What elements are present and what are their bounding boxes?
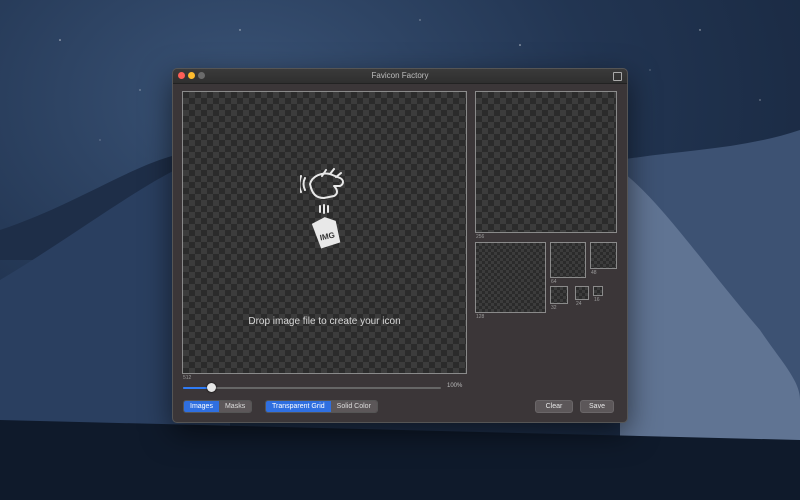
- segment-masks[interactable]: Masks: [218, 401, 252, 412]
- drop-instruction: Drop image file to create your icon: [248, 316, 401, 327]
- preview-16: [593, 286, 603, 296]
- size-label-128: 128: [476, 314, 485, 320]
- fullscreen-icon[interactable]: [613, 72, 622, 81]
- window-title: Favicon Factory: [371, 71, 429, 80]
- background-segmented-control[interactable]: Transparent Grid Solid Color: [265, 400, 378, 413]
- save-button[interactable]: Save: [580, 400, 614, 413]
- zoom-value: 100%: [447, 383, 463, 389]
- title-bar[interactable]: Favicon Factory: [173, 69, 627, 84]
- size-label-16: 16: [594, 297, 600, 303]
- segment-images[interactable]: Images: [184, 401, 219, 412]
- app-window: Favicon Factory IMG Drop image file to c…: [172, 68, 628, 423]
- clear-button[interactable]: Clear: [535, 400, 573, 413]
- preview-128: [475, 242, 546, 313]
- preview-32: [550, 286, 568, 304]
- segment-transparent-grid[interactable]: Transparent Grid: [266, 401, 331, 412]
- size-label-24: 24: [576, 301, 582, 307]
- mode-segmented-control[interactable]: Images Masks: [183, 400, 253, 413]
- zoom-slider-knob[interactable]: [206, 383, 216, 392]
- preview-256: [475, 91, 617, 233]
- preview-48: [590, 242, 617, 269]
- size-label-48: 48: [591, 270, 597, 276]
- size-label-64: 64: [551, 279, 557, 285]
- preview-24: [575, 286, 589, 300]
- size-label-256: 256: [476, 234, 485, 240]
- size-label-512: 512: [183, 375, 192, 381]
- drop-hand-icon: IMG: [300, 168, 344, 249]
- zoom-slider[interactable]: [183, 383, 441, 392]
- segment-solid-color[interactable]: Solid Color: [330, 401, 377, 412]
- drop-zone[interactable]: IMG Drop image file to create your icon: [182, 91, 467, 374]
- preview-64: [550, 242, 586, 278]
- size-label-32: 32: [551, 305, 557, 311]
